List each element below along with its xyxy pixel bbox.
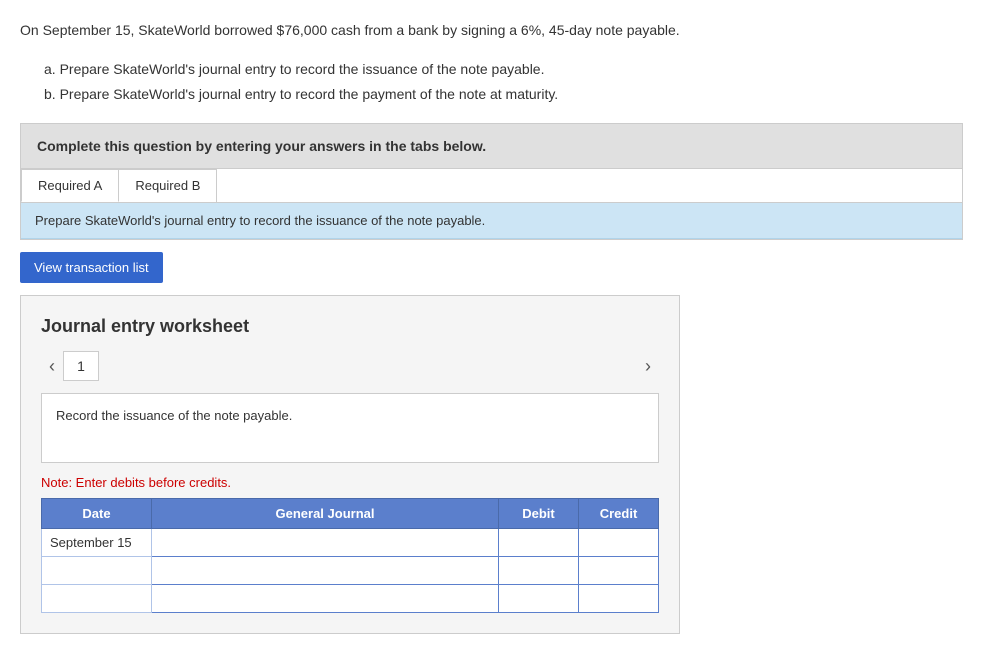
- nav-right-arrow[interactable]: ›: [637, 356, 659, 377]
- row2-date: [42, 557, 152, 585]
- tabs-container: Required A Required B Prepare SkateWorld…: [20, 169, 963, 240]
- tab-required-b[interactable]: Required B: [118, 169, 217, 202]
- point-b: b. Prepare SkateWorld's journal entry to…: [44, 82, 963, 107]
- intro-main-text: On September 15, SkateWorld borrowed $76…: [20, 20, 963, 41]
- row3-date: [42, 585, 152, 613]
- table-row: [42, 557, 659, 585]
- record-text: Record the issuance of the note payable.: [56, 408, 292, 423]
- row2-credit-input[interactable]: [579, 557, 659, 585]
- note-text: Note: Enter debits before credits.: [41, 475, 659, 490]
- row1-journal-input[interactable]: [152, 529, 499, 557]
- header-debit: Debit: [499, 499, 579, 529]
- row3-journal-input[interactable]: [152, 585, 499, 613]
- worksheet-title: Journal entry worksheet: [41, 316, 659, 337]
- header-date: Date: [42, 499, 152, 529]
- view-transaction-button[interactable]: View transaction list: [20, 252, 163, 283]
- tab-required-a[interactable]: Required A: [21, 169, 119, 202]
- table-row: September 15: [42, 529, 659, 557]
- table-row: [42, 585, 659, 613]
- instruction-box: Complete this question by entering your …: [20, 123, 963, 169]
- row1-debit-input[interactable]: [499, 529, 579, 557]
- row3-credit-input[interactable]: [579, 585, 659, 613]
- journal-table: Date General Journal Debit Credit Septem…: [41, 498, 659, 613]
- row2-journal-input[interactable]: [152, 557, 499, 585]
- row1-date: September 15: [42, 529, 152, 557]
- point-a: a. Prepare SkateWorld's journal entry to…: [44, 57, 963, 82]
- blue-info-bar: Prepare SkateWorld's journal entry to re…: [21, 203, 962, 239]
- nav-number-box: 1: [63, 351, 99, 381]
- row3-debit-input[interactable]: [499, 585, 579, 613]
- header-general-journal: General Journal: [152, 499, 499, 529]
- nav-row: ‹ 1 ›: [41, 351, 659, 381]
- record-text-box: Record the issuance of the note payable.: [41, 393, 659, 463]
- row2-debit-input[interactable]: [499, 557, 579, 585]
- row1-credit-input[interactable]: [579, 529, 659, 557]
- nav-left-arrow[interactable]: ‹: [41, 356, 63, 377]
- header-credit: Credit: [579, 499, 659, 529]
- table-header-row: Date General Journal Debit Credit: [42, 499, 659, 529]
- worksheet-card: Journal entry worksheet ‹ 1 › Record the…: [20, 295, 680, 634]
- tabs-row: Required A Required B: [21, 169, 962, 203]
- instruction-text: Complete this question by entering your …: [37, 138, 486, 154]
